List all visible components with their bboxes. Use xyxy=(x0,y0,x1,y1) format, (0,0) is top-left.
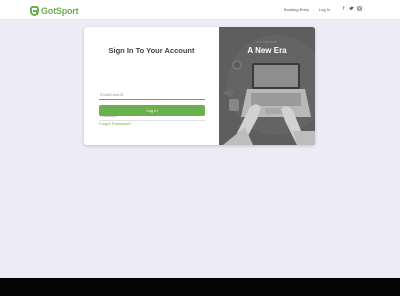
laptop-hands-illustration xyxy=(219,27,315,145)
forgot-password-link[interactable]: Forgot Password? xyxy=(99,121,131,126)
promo-title: A New Era xyxy=(247,46,287,55)
logo-text: GotSport xyxy=(41,5,79,16)
gotsport-logo-icon xyxy=(30,5,39,16)
promo-kicker: GOTSPORT xyxy=(256,40,278,44)
nav-booking-entry-link[interactable]: Booking Entry xyxy=(284,7,309,12)
page-footer xyxy=(0,278,400,296)
form-title: Sign In To Your Account xyxy=(108,46,195,55)
facebook-icon[interactable]: f xyxy=(343,6,344,12)
login-card: Sign In To Your Account Log In Forgot Pa… xyxy=(84,27,315,145)
nav-login-link[interactable]: Log In xyxy=(319,7,330,12)
promo-image-panel: GOTSPORT A New Era xyxy=(219,27,315,145)
twitter-icon[interactable] xyxy=(349,6,354,13)
instagram-icon[interactable] xyxy=(357,6,362,13)
login-form: Sign In To Your Account Log In Forgot Pa… xyxy=(84,27,219,145)
login-button[interactable]: Log In xyxy=(99,105,205,116)
top-navigation-bar: GotSport Booking Entry Log In f xyxy=(0,0,400,20)
gotsport-logo[interactable]: GotSport xyxy=(30,5,79,16)
email-field[interactable] xyxy=(99,90,205,100)
